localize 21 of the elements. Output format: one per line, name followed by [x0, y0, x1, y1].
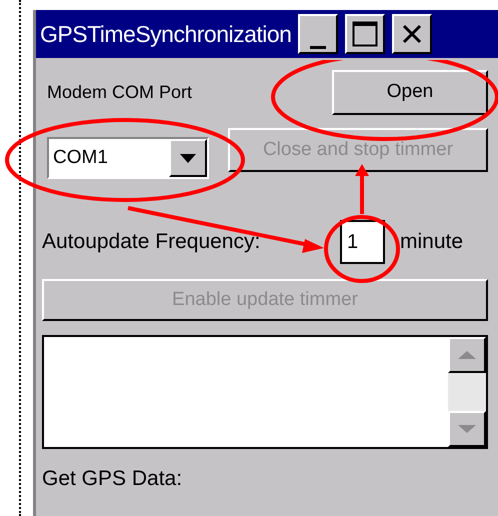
frequency-input[interactable]: 1: [340, 220, 385, 264]
scroll-down-icon: [458, 425, 476, 433]
open-button[interactable]: Open: [332, 70, 488, 115]
window-title: GPSTimeSynchronization: [40, 20, 292, 49]
close-button[interactable]: [392, 14, 432, 54]
unit-label: minute: [400, 229, 464, 256]
close-icon: [402, 24, 422, 44]
gps-data-label: Get GPS Data:: [42, 466, 184, 492]
port-label: Modem COM Port: [47, 81, 192, 104]
caret-icon: [180, 154, 196, 162]
maximize-button[interactable]: [345, 14, 386, 54]
minimize-button[interactable]: [298, 14, 338, 54]
dropdown-value: COM1: [52, 146, 109, 170]
scroll-up-icon: [458, 351, 476, 359]
frequency-label: Autoupdate Frequency:: [42, 229, 262, 256]
maximize-icon: [352, 21, 378, 47]
dropdown-arrow-button[interactable]: [169, 139, 207, 177]
scrollbar[interactable]: [448, 337, 486, 447]
port-dropdown[interactable]: COM1: [47, 137, 209, 179]
log-textbox[interactable]: [42, 335, 488, 449]
minimize-icon: [310, 46, 326, 48]
